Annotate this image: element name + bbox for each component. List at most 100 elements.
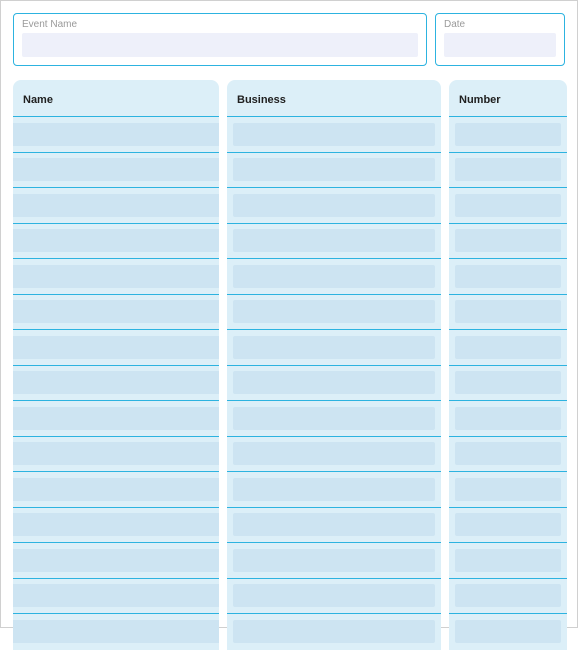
header-row: Event Name Date: [13, 13, 565, 66]
table-row: [13, 437, 219, 473]
event-name-box: Event Name: [13, 13, 427, 66]
number-input[interactable]: [455, 584, 561, 607]
table-row: [227, 330, 441, 366]
form-page: Event Name Date Name Bus: [0, 0, 578, 628]
business-input[interactable]: [233, 478, 435, 501]
name-input[interactable]: [13, 513, 219, 536]
table-row: [13, 188, 219, 224]
table-row: [13, 295, 219, 331]
name-input[interactable]: [13, 478, 219, 501]
table-row: [227, 401, 441, 437]
name-input[interactable]: [13, 229, 219, 252]
number-input[interactable]: [455, 229, 561, 252]
table-row: [227, 579, 441, 615]
number-input[interactable]: [455, 478, 561, 501]
business-input[interactable]: [233, 407, 435, 430]
event-name-input[interactable]: [22, 33, 418, 57]
business-input[interactable]: [233, 513, 435, 536]
table-row: [13, 508, 219, 544]
columns-wrap: Name Business: [13, 80, 565, 650]
table-row: [227, 614, 441, 650]
table-row: [449, 366, 567, 402]
table-row: [227, 117, 441, 153]
table-row: [449, 259, 567, 295]
table-row: [13, 330, 219, 366]
column-name-header: Name: [13, 80, 219, 117]
event-name-label: Event Name: [22, 19, 418, 30]
name-input[interactable]: [13, 194, 219, 217]
name-input[interactable]: [13, 300, 219, 323]
table-row: [449, 295, 567, 331]
number-input[interactable]: [455, 123, 561, 146]
table-row: [449, 117, 567, 153]
name-input[interactable]: [13, 336, 219, 359]
number-input[interactable]: [455, 158, 561, 181]
table-row: [13, 614, 219, 650]
number-input[interactable]: [455, 300, 561, 323]
number-input[interactable]: [455, 407, 561, 430]
number-input[interactable]: [455, 442, 561, 465]
table-row: [13, 401, 219, 437]
table-row: [227, 188, 441, 224]
table-row: [13, 472, 219, 508]
table-row: [449, 437, 567, 473]
date-label: Date: [444, 19, 556, 30]
name-input[interactable]: [13, 407, 219, 430]
table-row: [449, 472, 567, 508]
name-input[interactable]: [13, 158, 219, 181]
business-input[interactable]: [233, 371, 435, 394]
column-business: Business: [227, 80, 441, 650]
business-input[interactable]: [233, 265, 435, 288]
name-input[interactable]: [13, 442, 219, 465]
table-row: [13, 543, 219, 579]
table-row: [13, 117, 219, 153]
name-input[interactable]: [13, 549, 219, 572]
number-input[interactable]: [455, 513, 561, 536]
table-row: [227, 437, 441, 473]
table-row: [227, 366, 441, 402]
business-input[interactable]: [233, 442, 435, 465]
table-row: [13, 579, 219, 615]
table-row: [227, 472, 441, 508]
number-input[interactable]: [455, 265, 561, 288]
table-row: [227, 153, 441, 189]
business-input[interactable]: [233, 549, 435, 572]
column-number-header: Number: [449, 80, 567, 117]
column-business-header: Business: [227, 80, 441, 117]
table-row: [449, 614, 567, 650]
business-input[interactable]: [233, 620, 435, 643]
name-input[interactable]: [13, 265, 219, 288]
column-name: Name: [13, 80, 219, 650]
name-input[interactable]: [13, 584, 219, 607]
table-row: [449, 330, 567, 366]
number-input[interactable]: [455, 620, 561, 643]
table-row: [227, 508, 441, 544]
business-input[interactable]: [233, 336, 435, 359]
number-input[interactable]: [455, 549, 561, 572]
business-input[interactable]: [233, 584, 435, 607]
table-row: [449, 508, 567, 544]
number-input[interactable]: [455, 371, 561, 394]
table-row: [449, 401, 567, 437]
business-input[interactable]: [233, 123, 435, 146]
business-input[interactable]: [233, 300, 435, 323]
date-input[interactable]: [444, 33, 556, 57]
name-input[interactable]: [13, 123, 219, 146]
business-input[interactable]: [233, 194, 435, 217]
table-row: [227, 224, 441, 260]
business-input[interactable]: [233, 158, 435, 181]
table-row: [449, 188, 567, 224]
business-input[interactable]: [233, 229, 435, 252]
table-row: [13, 366, 219, 402]
number-input[interactable]: [455, 336, 561, 359]
table-row: [13, 259, 219, 295]
name-input[interactable]: [13, 371, 219, 394]
table-row: [227, 259, 441, 295]
table-row: [449, 153, 567, 189]
number-input[interactable]: [455, 194, 561, 217]
date-box: Date: [435, 13, 565, 66]
table-row: [449, 543, 567, 579]
column-number: Number: [449, 80, 567, 650]
name-input[interactable]: [13, 620, 219, 643]
table-row: [449, 579, 567, 615]
